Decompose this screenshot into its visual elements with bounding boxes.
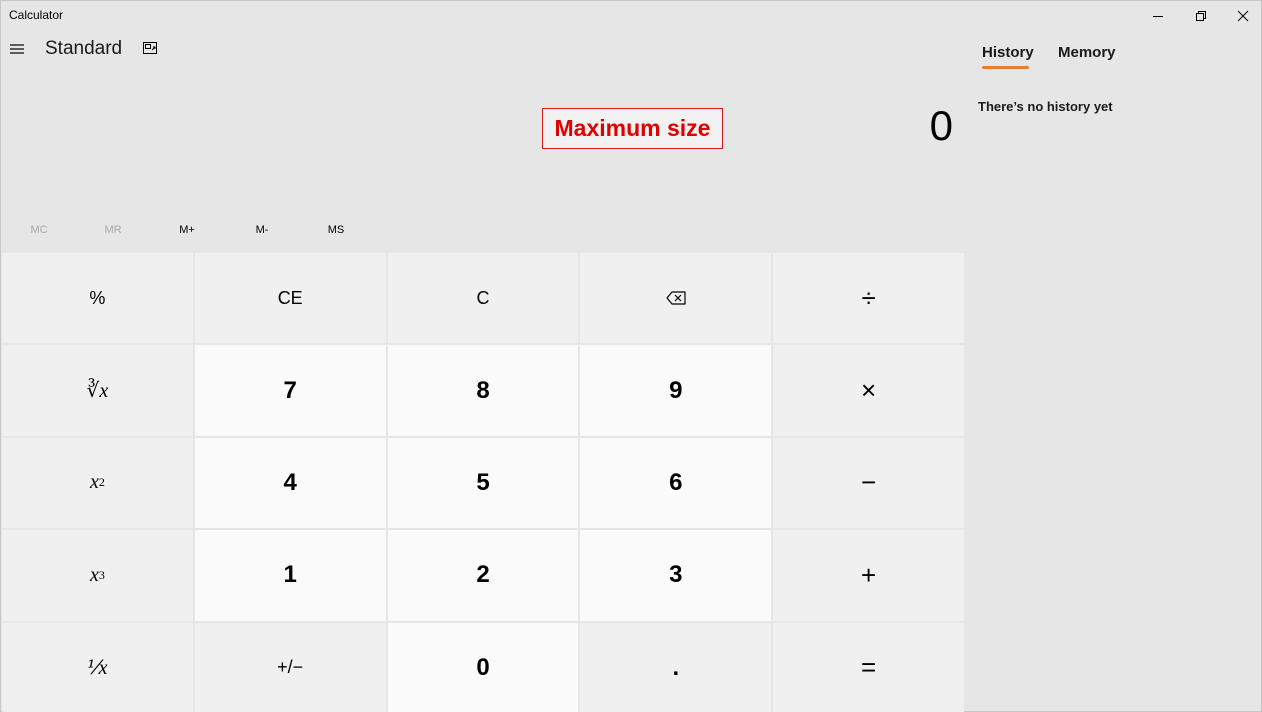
reciprocal-button[interactable]: ⅟x — [2, 622, 193, 712]
divide-button[interactable]: ÷ — [773, 253, 964, 344]
digit-0-button[interactable]: 0 — [387, 622, 579, 712]
digit-8-button[interactable]: 8 — [387, 345, 579, 436]
clear-button[interactable]: C — [387, 253, 579, 344]
memory-store-button[interactable]: MS — [306, 219, 366, 241]
digit-3-button[interactable]: 3 — [580, 530, 772, 621]
clear-entry-button[interactable]: CE — [194, 253, 386, 344]
backspace-icon — [666, 291, 686, 305]
app-title: Calculator — [9, 8, 64, 22]
keep-on-top-icon — [143, 42, 157, 54]
hamburger-icon — [10, 44, 24, 54]
backspace-button[interactable] — [580, 253, 772, 344]
square-exponent: 2 — [98, 475, 105, 490]
tab-memory[interactable]: Memory — [1058, 44, 1116, 61]
digit-7-button[interactable]: 7 — [194, 345, 386, 436]
mode-title: Standard — [45, 38, 123, 59]
equals-button[interactable]: = — [773, 622, 964, 712]
restore-button[interactable] — [1179, 1, 1223, 31]
result-display: 0 — [929, 102, 953, 149]
tab-history[interactable]: History — [982, 44, 1034, 61]
memory-clear-button[interactable]: MC — [9, 219, 69, 241]
digit-9-button[interactable]: 9 — [580, 345, 772, 436]
minimize-button[interactable] — [1136, 1, 1180, 31]
cube-base: x — [89, 563, 99, 586]
keypad: % CE C ÷ ∛x 7 8 9 × x2 4 5 6 − x3 1 2 3 … — [2, 253, 964, 712]
minimize-icon — [1153, 16, 1163, 17]
memory-recall-button[interactable]: MR — [83, 219, 143, 241]
subtract-button[interactable]: − — [773, 437, 964, 529]
history-empty-message: There’s no history yet — [978, 99, 1113, 114]
memory-add-button[interactable]: M+ — [157, 219, 217, 241]
calculator-window: Calculator Standard Maximum size 0 MC MR… — [0, 0, 1262, 712]
percent-button[interactable]: % — [2, 253, 193, 344]
digit-5-button[interactable]: 5 — [387, 437, 579, 529]
cube-exponent: 3 — [98, 567, 105, 582]
cube-button[interactable]: x3 — [2, 530, 193, 621]
square-root-label: ∛x — [86, 380, 109, 403]
digit-6-button[interactable]: 6 — [580, 437, 772, 529]
digit-1-button[interactable]: 1 — [194, 530, 386, 621]
close-icon — [1237, 10, 1249, 22]
negate-button[interactable]: +/− — [194, 622, 386, 712]
navigation-menu-button[interactable] — [5, 38, 29, 60]
title-bar: Calculator — [1, 1, 1261, 31]
restore-icon — [1196, 11, 1206, 21]
square-button[interactable]: x2 — [2, 437, 193, 529]
add-button[interactable]: + — [773, 530, 964, 621]
close-button[interactable] — [1221, 1, 1262, 31]
decimal-button[interactable]: . — [580, 622, 772, 712]
multiply-button[interactable]: × — [773, 345, 964, 436]
digit-4-button[interactable]: 4 — [194, 437, 386, 529]
digit-2-button[interactable]: 2 — [387, 530, 579, 621]
maximum-size-label: Maximum size — [542, 108, 723, 149]
keep-on-top-button[interactable] — [141, 39, 159, 57]
square-base: x — [89, 471, 99, 494]
memory-subtract-button[interactable]: M- — [232, 219, 292, 241]
square-root-button[interactable]: ∛x — [2, 345, 193, 436]
active-tab-indicator — [982, 66, 1029, 69]
